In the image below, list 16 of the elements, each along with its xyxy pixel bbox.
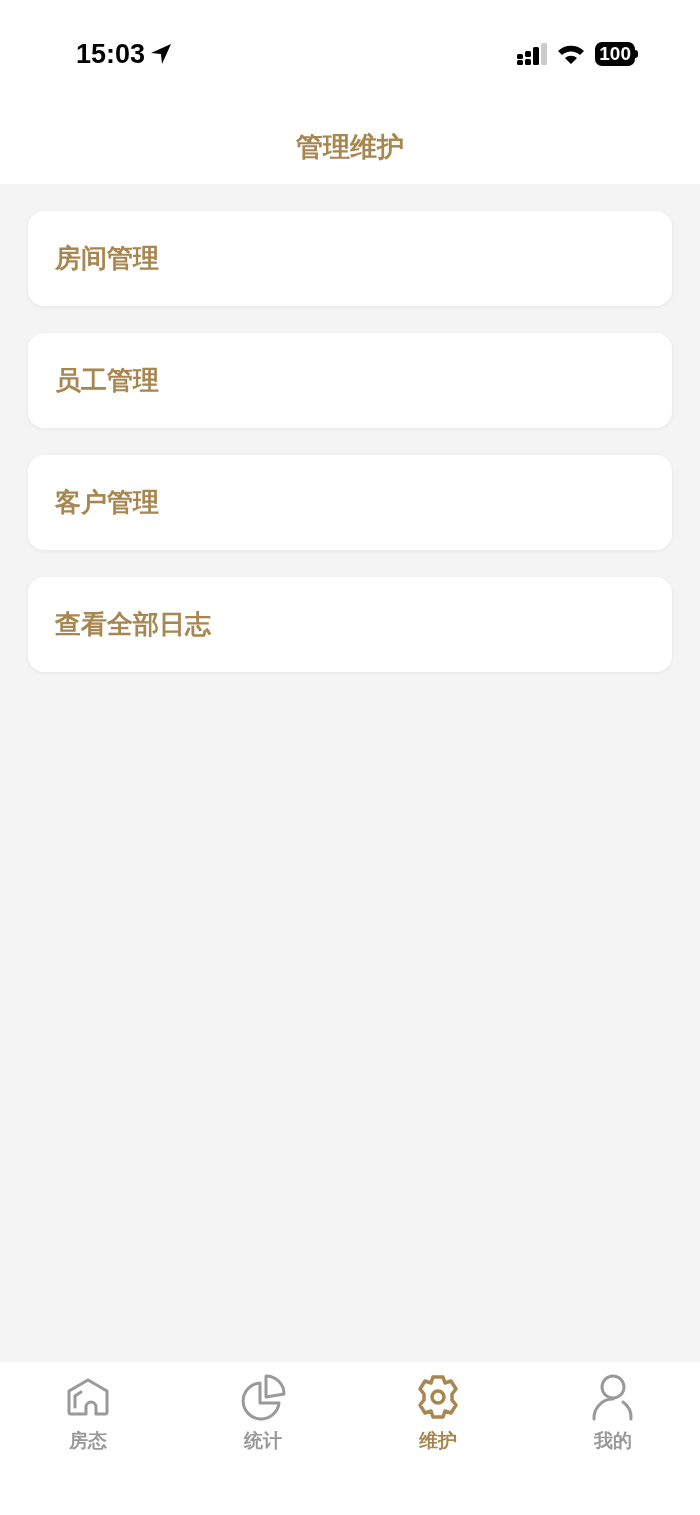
signal-icon [517, 43, 548, 65]
page-title: 管理维护 [296, 129, 404, 164]
tab-item[interactable]: 维护 [418, 1426, 457, 1455]
tab-item[interactable]: 房态 [68, 1426, 107, 1455]
tab-item[interactable]: 我的 [593, 1426, 632, 1455]
menu-item[interactable]: 客户管理 [28, 455, 672, 550]
house-icon [65, 1377, 110, 1417]
person-icon [590, 1373, 635, 1421]
menu-item[interactable]: 员工管理 [28, 333, 672, 428]
menu-item[interactable]: 房间管理 [28, 211, 672, 306]
tab-item[interactable]: 统计 [243, 1426, 282, 1455]
status-time: 15:03 [76, 37, 146, 71]
battery-indicator: 100 [595, 42, 635, 66]
location-arrow-icon [149, 42, 174, 66]
menu-item[interactable]: 查看全部日志 [28, 577, 672, 672]
wifi-icon [557, 43, 586, 65]
